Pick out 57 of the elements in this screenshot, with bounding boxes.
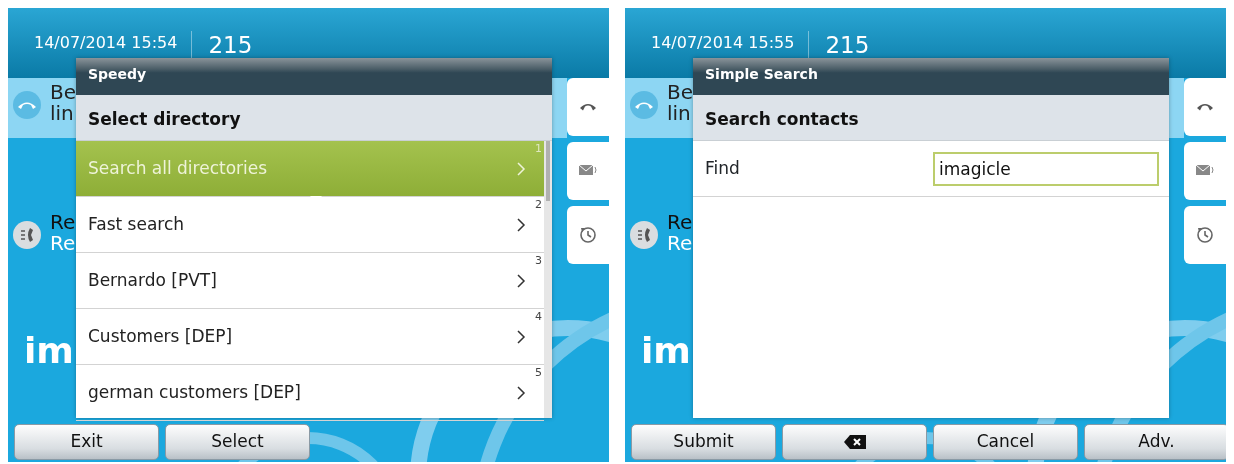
text-field[interactable]: imagicle bbox=[933, 151, 1159, 186]
line-label: Re bbox=[50, 233, 76, 254]
backspace-icon bbox=[843, 435, 866, 449]
dialog-heading: Search contacts bbox=[693, 95, 1169, 141]
item-number: 2 bbox=[535, 197, 542, 213]
chevron-icon bbox=[516, 216, 526, 233]
chevron-icon bbox=[516, 328, 526, 345]
line-number: 215 bbox=[824, 31, 870, 60]
handset-circle-icon bbox=[12, 90, 42, 120]
phone-circle-icon bbox=[12, 220, 42, 250]
handset-icon bbox=[580, 103, 596, 111]
line-label: lin bbox=[667, 103, 691, 124]
item-number: 5 bbox=[535, 365, 542, 381]
field-label: Find bbox=[705, 156, 740, 180]
item-label: Search all directories bbox=[88, 156, 268, 180]
side-key[interactable] bbox=[1184, 206, 1226, 264]
line-label: Be bbox=[50, 82, 77, 103]
side-key[interactable] bbox=[567, 78, 609, 136]
chevron-icon bbox=[516, 384, 526, 401]
handset-circle-icon bbox=[629, 90, 659, 120]
dialog-title: Simple Search bbox=[693, 58, 1169, 95]
softkey-button[interactable]: Submit bbox=[631, 424, 776, 460]
directory-item[interactable]: german customers [DEP] 5 bbox=[76, 365, 544, 421]
directory-item[interactable]: Fast search 2 bbox=[76, 197, 544, 253]
chevron-icon bbox=[516, 272, 526, 289]
phone-circle-icon bbox=[629, 220, 659, 250]
backspace-button[interactable] bbox=[782, 424, 927, 460]
line-label: Re bbox=[667, 212, 693, 233]
side-key[interactable] bbox=[567, 142, 609, 200]
dialog-heading: Select directory bbox=[76, 95, 552, 141]
scrollbar[interactable] bbox=[544, 141, 552, 418]
softkey-button[interactable]: Select bbox=[165, 424, 310, 460]
item-label: Bernardo [PVT] bbox=[88, 268, 217, 292]
chevron-icon bbox=[516, 160, 526, 177]
line-label: Be bbox=[667, 82, 694, 103]
item-label: german customers [DEP] bbox=[88, 380, 301, 404]
side-key[interactable] bbox=[1184, 142, 1226, 200]
softkey-button[interactable]: Cancel bbox=[933, 424, 1078, 460]
item-number: 3 bbox=[535, 253, 542, 269]
line-label: lin bbox=[50, 103, 74, 124]
item-label: Customers [DEP] bbox=[88, 324, 233, 348]
softkey-button[interactable]: Adv. bbox=[1084, 424, 1226, 460]
directory-item[interactable]: Bernardo [PVT] 3 bbox=[76, 253, 544, 309]
side-key[interactable] bbox=[567, 206, 609, 264]
logo-text: im bbox=[640, 329, 691, 373]
side-key[interactable] bbox=[1184, 78, 1226, 136]
line-number: 215 bbox=[207, 31, 253, 60]
line-label: Re bbox=[667, 233, 693, 254]
item-number: 1 bbox=[535, 141, 542, 157]
handset-icon bbox=[1197, 103, 1213, 111]
item-number: 4 bbox=[535, 309, 542, 325]
line-label: Re bbox=[50, 212, 76, 233]
item-label: Fast search bbox=[88, 212, 185, 236]
logo-text: im bbox=[23, 329, 74, 373]
directory-item[interactable]: Customers [DEP] 4 bbox=[76, 309, 544, 365]
softkey-button[interactable]: Exit bbox=[14, 424, 159, 460]
dialog-title: Speedy bbox=[76, 58, 552, 95]
